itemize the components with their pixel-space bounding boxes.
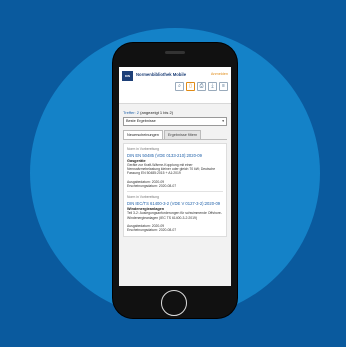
list-item[interactable]: Norm in Vorbereitung DIN IEC/TS 61400-3-… [127,195,223,232]
tab-filter-results[interactable]: Ergebnisse filtern [163,130,202,139]
app-title: Normenbibliothek Mobile [136,72,187,77]
sort-select-value: Beste Ergebnisse [126,119,156,123]
item-description: Geräte zur Kraft-Wärme-Kopplung mit eine… [127,163,216,176]
main-content: Treffer: 2 (angezeigt 1 bis 2) Beste Erg… [119,104,231,240]
item-status: Norm in Vorbereitung [127,195,160,200]
phone-frame: DIN Normenbibliothek Mobile Anmelden ⌕ ▯… [113,43,237,318]
phone-speaker [165,51,185,54]
list-item[interactable]: Norm in Vorbereitung DIN EN 50485 (VDE 0… [127,147,223,188]
app-header: DIN Normenbibliothek Mobile Anmelden ⌕ ▯… [119,67,231,104]
toolbar: ⌕ ▯ ⎙ ⤓ ≡ [175,82,228,91]
chevron-down-icon: ▾ [222,119,224,123]
print-icon[interactable]: ⎙ [197,82,206,91]
sort-select[interactable]: Beste Ergebnisse ▾ [123,117,227,126]
login-link[interactable]: Anmelden [211,72,228,76]
app-logo: DIN [122,71,133,81]
result-summary: Treffer: 2 (angezeigt 1 bis 2) [123,110,227,115]
search-icon[interactable]: ⌕ [175,82,184,91]
item-code[interactable]: DIN IEC/TS 61400-3-2 (VDE V 0127-3-2):20… [127,201,223,206]
result-count: Treffer: 2 [123,110,140,115]
result-range: (angezeigt 1 bis 2) [140,110,174,115]
item-code[interactable]: DIN EN 50485 (VDE 0133-210):2020-09 [127,153,223,158]
phone-screen: DIN Normenbibliothek Mobile Anmelden ⌕ ▯… [119,67,231,286]
item-published-date: Erscheinungsdatum: 2020-08-07 [127,228,177,233]
result-list: Norm in Vorbereitung DIN EN 50485 (VDE 0… [123,143,227,237]
home-button[interactable] [161,290,187,316]
item-description: Teil 3-2: Auslegungsanforderungen für sc… [127,211,222,220]
menu-icon[interactable]: ≡ [219,82,228,91]
item-status: Norm in Vorbereitung [127,147,160,151]
item-published-date: Erscheinungsdatum: 2020-08-07 [127,184,177,189]
list-icon[interactable]: ▯ [186,82,195,91]
tab-bar: Neuerscheinungen Ergebnisse filtern [123,130,227,140]
tab-new-releases[interactable]: Neuerscheinungen [123,130,163,139]
download-icon[interactable]: ⤓ [208,82,217,91]
divider [127,191,223,193]
